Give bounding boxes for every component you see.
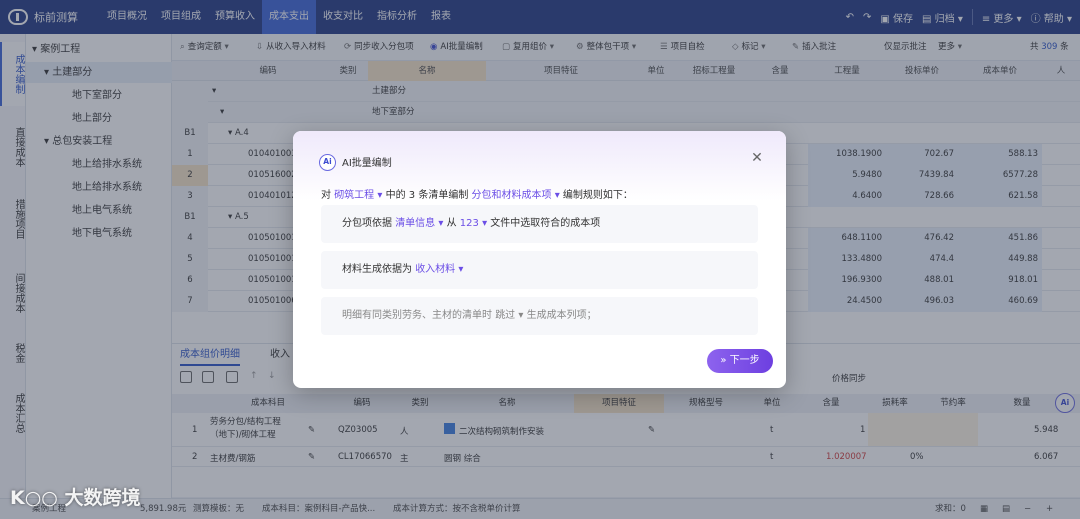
dialog-description: 对 砌筑工程 ▾ 中的 3 条清单编制 分包和材料成本项 ▾ 编制规则如下：: [321, 186, 633, 201]
project-select[interactable]: 砌筑工程 ▾: [334, 190, 382, 201]
desc-middle: 中的 3 条清单编制: [385, 190, 469, 201]
basis-select[interactable]: 清单信息 ▾: [395, 218, 443, 229]
desc-suffix: 编制规则如下：: [562, 190, 633, 201]
file-select[interactable]: 123 ▾: [460, 218, 487, 229]
ai-icon: Ai: [319, 154, 336, 171]
material-basis-select[interactable]: 收入材料 ▾: [415, 264, 463, 275]
ai-batch-dialog: Ai AI批量编制 ✕ 对 砌筑工程 ▾ 中的 3 条清单编制 分包和材料成本项…: [293, 131, 786, 388]
double-arrow-icon: »: [720, 355, 730, 366]
chevron-down-icon: ▾: [554, 190, 560, 201]
rule-label: 明细有同类别劳务、主材的清单时: [342, 310, 492, 321]
basis-select-value: 清单信息: [395, 218, 436, 229]
next-step-button[interactable]: » 下一步: [707, 349, 773, 373]
rule-tail: 文件中选取符合的成本项: [490, 218, 601, 229]
chevron-down-icon: ▾: [458, 264, 464, 275]
rule-text: 材料生成依据为 收入材料 ▾: [342, 251, 463, 289]
chevron-down-icon: ▾: [377, 190, 383, 201]
file-select-value: 123: [459, 218, 479, 229]
duplicate-action-select[interactable]: 跳过 ▾: [495, 310, 523, 321]
next-step-label: 下一步: [729, 355, 760, 366]
rule-text: 分包项依据 清单信息 ▾ 从 123 ▾ 文件中选取符合的成本项: [342, 205, 600, 243]
rule-text: 明细有同类别劳务、主材的清单时 跳过 ▾ 生成成本列项；: [342, 297, 597, 335]
rule-connector: 从: [446, 218, 457, 229]
rule-tail: 生成成本列项；: [526, 310, 597, 321]
target-select-value: 分包和材料成本项: [471, 190, 552, 201]
rule-label: 分包项依据: [342, 218, 392, 229]
rule-card-subcontract: 分包项依据 清单信息 ▾ 从 123 ▾ 文件中选取符合的成本项: [321, 205, 758, 243]
chevron-down-icon: ▾: [438, 218, 444, 229]
watermark-logo-icon: K○○: [10, 487, 65, 509]
desc-prefix: 对: [321, 190, 331, 201]
duplicate-action-value: 跳过: [495, 310, 516, 321]
material-basis-value: 收入材料: [415, 264, 456, 275]
rule-card-material: 材料生成依据为 收入材料 ▾: [321, 251, 758, 289]
project-select-value: 砌筑工程: [334, 190, 375, 201]
rule-card-duplicate: 明细有同类别劳务、主材的清单时 跳过 ▾ 生成成本列项；: [321, 297, 758, 335]
dialog-title: AI批量编制: [342, 158, 392, 169]
close-icon[interactable]: ✕: [749, 150, 765, 166]
target-select[interactable]: 分包和材料成本项 ▾: [472, 190, 560, 201]
chevron-down-icon: ▾: [482, 218, 488, 229]
rule-label: 材料生成依据为: [342, 264, 412, 275]
chevron-down-icon: ▾: [518, 310, 524, 321]
watermark-text: 大数跨境: [64, 487, 141, 509]
watermark: K○○ 大数跨境: [10, 483, 141, 510]
